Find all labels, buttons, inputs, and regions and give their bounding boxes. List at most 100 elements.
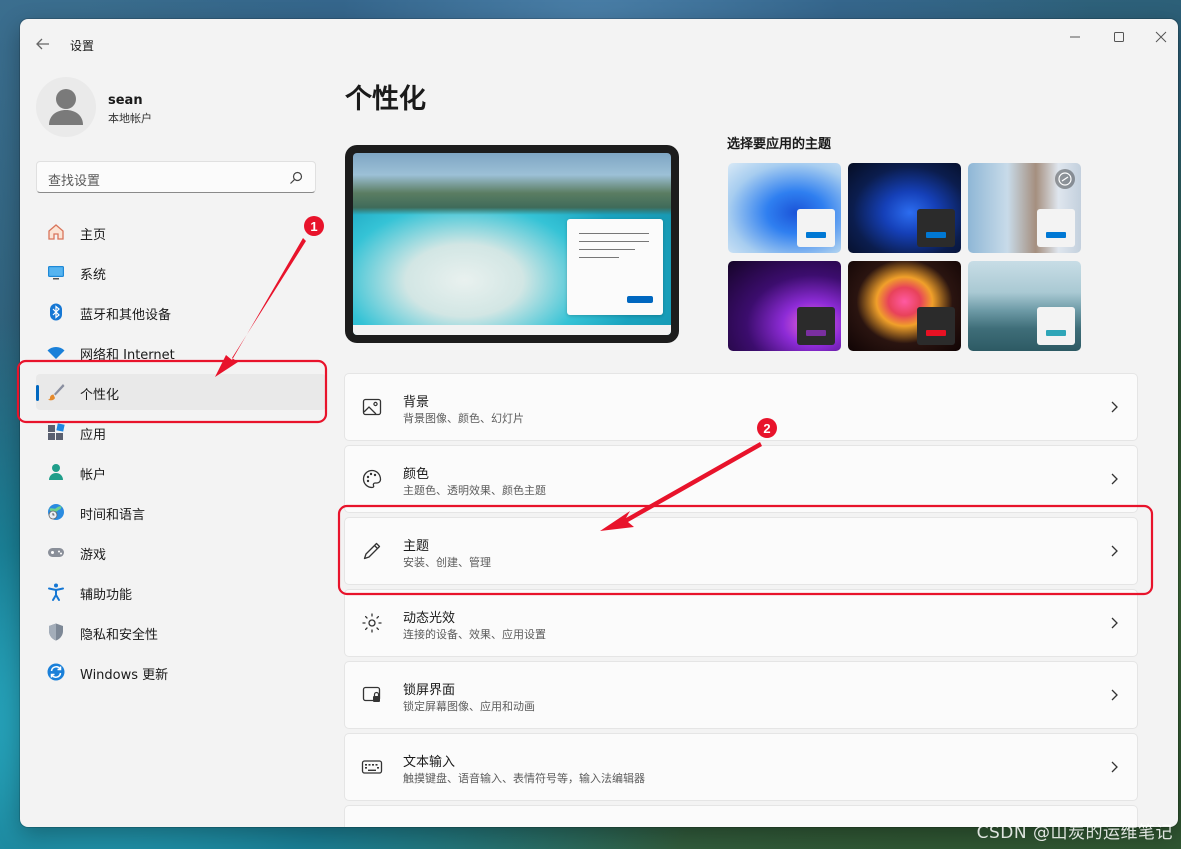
- brush-icon: [48, 384, 65, 401]
- theme-tile-sunrise[interactable]: [968, 261, 1081, 351]
- theme-accent-bar: [926, 330, 946, 336]
- nav-label: 时间和语言: [80, 508, 146, 523]
- sidebar-nav: 主页 系统 蓝牙和其他设备 网络和 Internet 个性化 应用 帐户 时间和…: [36, 214, 326, 694]
- setting-colors[interactable]: 颜色 主题色、透明效果、颜色主题: [344, 445, 1138, 513]
- setting-title: 动态光效: [403, 611, 456, 626]
- user-name: sean: [108, 93, 143, 108]
- setting-title: 锁屏界面: [403, 683, 456, 698]
- setting-title: 颜色: [403, 467, 430, 482]
- theme-accent-bar: [1046, 330, 1066, 336]
- nav-label: 游戏: [80, 548, 107, 563]
- nav-label: 主页: [80, 228, 107, 243]
- setting-subtitle: 安装、创建、管理: [403, 556, 491, 569]
- setting-title: 背景: [403, 395, 430, 410]
- pen-icon: [363, 542, 381, 560]
- search-input[interactable]: 查找设置: [36, 161, 316, 193]
- app-title: 设置: [70, 39, 95, 53]
- bluetooth-icon: [50, 303, 62, 321]
- chevron-right-icon: [1111, 473, 1118, 485]
- nav-label: 蓝牙和其他设备: [80, 308, 172, 323]
- sidebar-item-time-language[interactable]: 时间和语言: [36, 494, 326, 530]
- wifi-icon: [47, 346, 65, 359]
- themes-heading: 选择要应用的主题: [727, 137, 832, 152]
- preview-wallpaper: [353, 153, 671, 335]
- sidebar-item-apps[interactable]: 应用: [36, 414, 326, 450]
- nav-label: Windows 更新: [80, 668, 169, 683]
- chevron-right-icon: [1111, 545, 1118, 557]
- lock-screen-icon: [362, 686, 381, 702]
- close-button[interactable]: [1146, 27, 1176, 47]
- theme-accent-bar: [1046, 232, 1066, 238]
- user-profile[interactable]: sean 本地帐户: [36, 77, 316, 141]
- setting-dynamic-lighting[interactable]: 动态光效 连接的设备、效果、应用设置: [344, 589, 1138, 657]
- setting-subtitle: 锁定屏幕图像、应用和动画: [403, 700, 535, 713]
- watermark: CSDN @山炭的运维笔记: [976, 823, 1173, 843]
- nav-label: 隐私和安全性: [80, 628, 159, 643]
- nav-label: 辅助功能: [80, 588, 133, 603]
- search-placeholder: 查找设置: [48, 174, 101, 189]
- sidebar-item-home[interactable]: 主页: [36, 214, 326, 250]
- preview-sample-window: [567, 219, 663, 315]
- preview-accent-button: [627, 296, 653, 303]
- keyboard-icon: [361, 760, 383, 774]
- theme-accent-bar: [926, 232, 946, 238]
- gamepad-icon: [48, 548, 64, 557]
- theme-tile-dark-bloom[interactable]: [848, 163, 961, 253]
- account-icon: [49, 464, 63, 480]
- maximize-button[interactable]: [1104, 27, 1134, 47]
- nav-label: 应用: [80, 428, 107, 443]
- system-icon: [48, 266, 64, 280]
- theme-accent-bar: [806, 232, 826, 238]
- sidebar-item-accounts[interactable]: 帐户: [36, 454, 326, 490]
- theme-tile-light-bloom[interactable]: [728, 163, 841, 253]
- setting-subtitle: 背景图像、颜色、幻灯片: [403, 412, 524, 425]
- palette-icon: [362, 469, 382, 489]
- setting-background[interactable]: 背景 背景图像、颜色、幻灯片: [344, 373, 1138, 441]
- home-icon: [48, 224, 64, 240]
- sidebar-item-system[interactable]: 系统: [36, 254, 326, 290]
- setting-themes[interactable]: 主题 安装、创建、管理: [344, 517, 1138, 585]
- user-silhouette-icon: [49, 89, 83, 125]
- globe-clock-icon: [48, 504, 64, 520]
- dynamic-lighting-icon: [362, 613, 382, 633]
- search-icon: [290, 171, 303, 184]
- sidebar-item-accessibility[interactable]: 辅助功能: [36, 574, 326, 610]
- update-icon: [47, 663, 65, 681]
- theme-accent-bar: [806, 330, 826, 336]
- chevron-right-icon: [1111, 689, 1118, 701]
- back-arrow-icon[interactable]: [34, 35, 52, 53]
- sidebar-item-network[interactable]: 网络和 Internet: [36, 334, 326, 370]
- theme-preview: [345, 145, 679, 343]
- theme-tile-glow[interactable]: [728, 261, 841, 351]
- page-title: 个性化: [345, 84, 426, 115]
- personalization-settings-list: 背景 背景图像、颜色、幻灯片 颜色 主题色、透明效果、颜色主题 主题 安装、创建…: [344, 373, 1138, 827]
- sidebar-item-privacy[interactable]: 隐私和安全性: [36, 614, 326, 650]
- shield-icon: [49, 623, 63, 641]
- minimize-icon: [1070, 36, 1080, 38]
- theme-grid: [728, 163, 1083, 353]
- nav-label: 网络和 Internet: [80, 348, 175, 363]
- minimize-button[interactable]: [1060, 27, 1090, 47]
- theme-tile-captured-motion[interactable]: [848, 261, 961, 351]
- setting-subtitle: 连接的设备、效果、应用设置: [403, 628, 546, 641]
- setting-title: 主题: [403, 539, 430, 554]
- apps-icon: [48, 423, 65, 440]
- settings-window: 设置 sean 本地帐户 查找设置 主页 系统 蓝牙和其他设备 网络和 Inte…: [20, 19, 1178, 827]
- setting-text-input[interactable]: 文本输入 触摸键盘、语音输入、表情符号等，输入法编辑器: [344, 733, 1138, 801]
- setting-title: 文本输入: [403, 755, 456, 770]
- nav-label: 个性化: [80, 388, 120, 403]
- theme-tile-flowers[interactable]: [968, 163, 1081, 253]
- setting-lock-screen[interactable]: 锁屏界面 锁定屏幕图像、应用和动画: [344, 661, 1138, 729]
- accessibility-icon: [48, 583, 64, 601]
- setting-subtitle: 主题色、透明效果、颜色主题: [403, 484, 546, 497]
- close-icon: [1155, 31, 1167, 43]
- sidebar-item-bluetooth[interactable]: 蓝牙和其他设备: [36, 294, 326, 330]
- account-type: 本地帐户: [108, 112, 152, 125]
- sidebar-item-gaming[interactable]: 游戏: [36, 534, 326, 570]
- sidebar-item-windows-update[interactable]: Windows 更新: [36, 654, 326, 690]
- nav-label: 系统: [80, 268, 107, 283]
- sidebar-item-personalization[interactable]: 个性化: [36, 374, 326, 410]
- avatar: [36, 77, 96, 137]
- chevron-right-icon: [1111, 401, 1118, 413]
- image-icon: [362, 398, 382, 416]
